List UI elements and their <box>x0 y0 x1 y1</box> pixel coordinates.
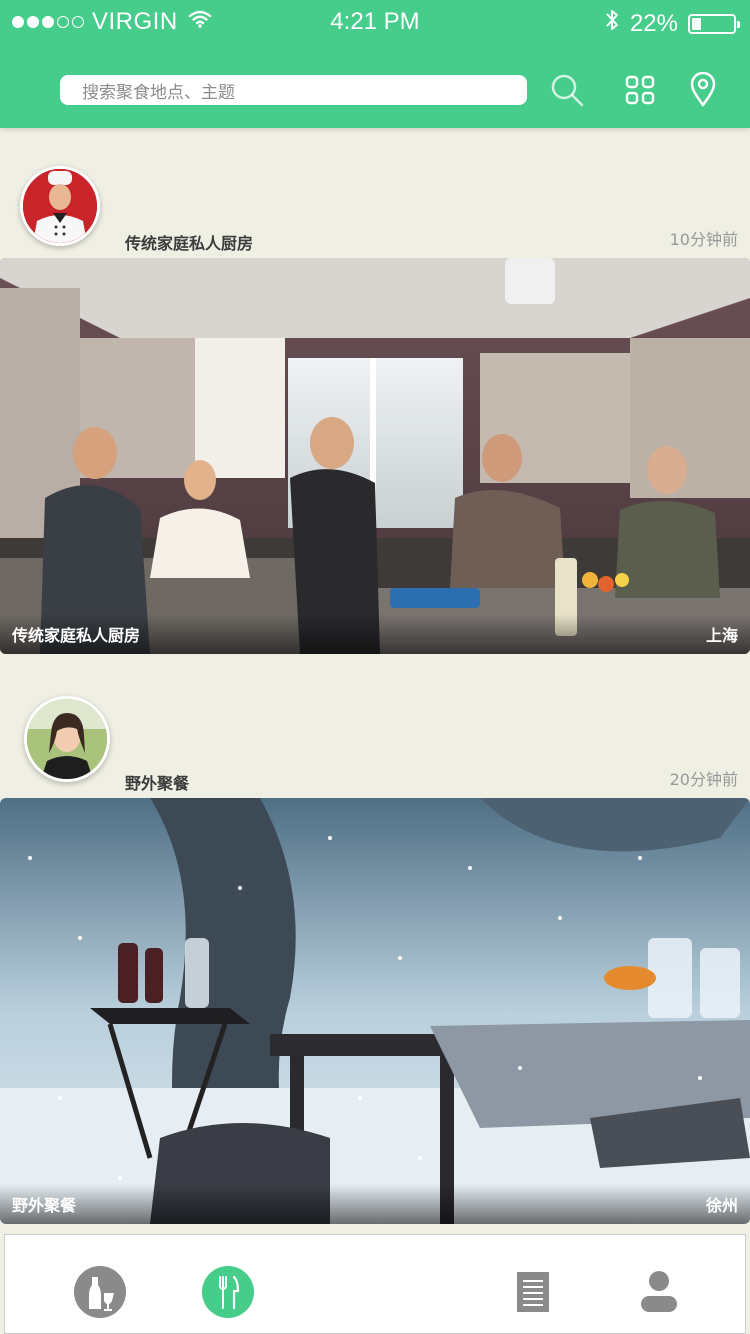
post-timestamp: 20分钟前 <box>669 770 738 789</box>
battery-percent: 22% <box>629 9 678 37</box>
caption-title: 传统家庭私人厨房 <box>12 626 141 645</box>
location-pin-icon[interactable] <box>683 70 723 110</box>
photo-caption-bar: 传统家庭私人厨房 上海 <box>0 614 750 654</box>
caption-city: 徐州 <box>705 1196 738 1215</box>
grid-icon[interactable] <box>620 70 660 110</box>
bluetooth-icon <box>604 8 620 39</box>
search-placeholder: 搜索聚食地点、主题 <box>82 82 235 103</box>
bottom-tab-bar <box>4 1234 746 1334</box>
post-photo[interactable]: 传统家庭私人厨房 上海 <box>0 258 750 654</box>
search-icon[interactable] <box>547 70 587 110</box>
top-bar: VIRGIN 4:21 PM 22% 搜索聚食地点、主题 <box>0 0 750 128</box>
photo-caption-bar: 野外聚餐 徐州 <box>0 1184 750 1224</box>
status-right: 22% <box>604 8 740 39</box>
profile-icon[interactable] <box>632 1265 686 1319</box>
dining-icon[interactable] <box>201 1265 255 1319</box>
feed-post[interactable]: 野外聚餐 20分钟前 野外聚餐 徐州 <box>0 668 750 1228</box>
search-input[interactable]: 搜索聚食地点、主题 <box>60 75 527 105</box>
avatar[interactable] <box>24 696 110 782</box>
feed-post[interactable]: 传统家庭私人厨房 10分钟前 传统家庭私人厨房 上海 <box>0 128 750 658</box>
status-bar: VIRGIN 4:21 PM 22% <box>0 0 750 42</box>
battery-fill <box>692 17 701 30</box>
caption-city: 上海 <box>705 626 738 645</box>
post-photo[interactable]: 野外聚餐 徐州 <box>0 798 750 1224</box>
battery-icon <box>688 13 740 34</box>
snow-picnic-image <box>0 798 750 1224</box>
post-title: 传统家庭私人厨房 <box>125 234 254 253</box>
post-title: 野外聚餐 <box>125 774 190 793</box>
kitchen-family-image <box>0 258 750 654</box>
post-timestamp: 10分钟前 <box>669 230 738 249</box>
caption-title: 野外聚餐 <box>12 1196 77 1215</box>
menu-list-icon[interactable] <box>506 1265 560 1319</box>
avatar[interactable] <box>20 166 100 246</box>
drink-icon[interactable] <box>73 1265 127 1319</box>
